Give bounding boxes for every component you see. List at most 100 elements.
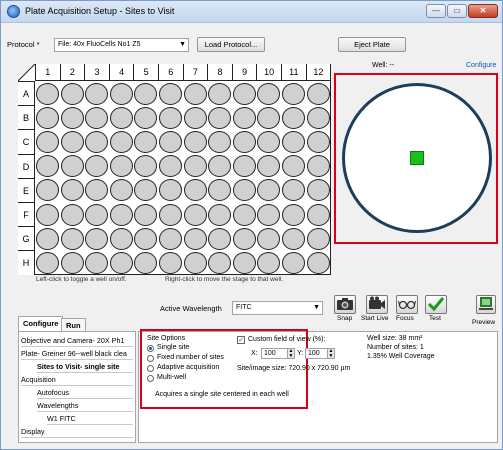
plate-well[interactable] [232, 82, 256, 105]
plate-well[interactable] [159, 227, 183, 250]
plate-well[interactable] [306, 82, 330, 105]
nav-item-display[interactable]: Display [21, 426, 133, 438]
plate-well[interactable] [282, 130, 306, 154]
stepper-arrows-icon[interactable]: ▲ ▼ [327, 349, 334, 358]
plate-well[interactable] [282, 82, 306, 105]
plate-column-header[interactable]: 9 [231, 64, 257, 81]
tab-configure[interactable]: Configure [18, 316, 64, 332]
nav-item-acquisition[interactable]: Acquisition [21, 374, 133, 386]
plate-well[interactable] [183, 203, 207, 226]
plate-well[interactable] [109, 106, 133, 129]
plate-well[interactable] [109, 227, 133, 250]
plate-row-header[interactable]: F [18, 202, 35, 227]
plate-well[interactable] [159, 251, 183, 275]
plate-well[interactable] [60, 155, 84, 178]
plate-well[interactable] [208, 227, 232, 250]
eject-plate-button[interactable]: Eject Plate [338, 37, 406, 52]
plate-well[interactable] [306, 106, 330, 129]
fov-y-stepper[interactable]: 100 ▲ ▼ [305, 348, 335, 359]
plate-well[interactable] [232, 251, 256, 275]
radio-fixed-number[interactable] [147, 355, 154, 362]
plate-well[interactable] [282, 106, 306, 129]
plate-column-header[interactable]: 11 [281, 64, 306, 81]
plate-well[interactable] [36, 251, 60, 275]
plate-row-header[interactable]: A [18, 81, 35, 106]
active-wavelength-dropdown[interactable]: FITC ▼ [232, 301, 323, 315]
plate-well[interactable] [232, 106, 256, 129]
plate-well[interactable] [109, 130, 133, 154]
plate-well[interactable] [183, 155, 207, 178]
plate-well[interactable] [36, 130, 60, 154]
plate-well[interactable] [232, 155, 256, 178]
plate-well[interactable] [159, 106, 183, 129]
plate-column-header[interactable]: 4 [108, 64, 134, 81]
plate-well[interactable] [306, 179, 330, 202]
plate-well[interactable] [159, 203, 183, 226]
plate-well[interactable] [159, 82, 183, 105]
site-marker[interactable] [410, 151, 424, 165]
plate-row-header[interactable]: G [18, 226, 35, 251]
start-live-button[interactable] [366, 295, 388, 314]
plate-well[interactable] [183, 179, 207, 202]
plate-well[interactable] [109, 203, 133, 226]
plate-column-header[interactable]: 5 [133, 64, 158, 81]
plate-well[interactable] [232, 130, 256, 154]
plate-well[interactable] [208, 106, 232, 129]
protocol-dropdown[interactable]: File: 40x FluoCells No1 Z5 ▼ [54, 38, 189, 52]
plate-well[interactable] [306, 227, 330, 250]
close-button[interactable]: ✕ [468, 4, 498, 18]
plate-well[interactable] [60, 106, 84, 129]
plate-well[interactable] [159, 130, 183, 154]
plate-well[interactable] [36, 106, 60, 129]
radio-adaptive[interactable] [147, 365, 154, 372]
plate-column-header[interactable]: 2 [59, 64, 85, 81]
plate-well[interactable] [183, 82, 207, 105]
radio-multi-well[interactable] [147, 375, 154, 382]
nav-item-wavelengths[interactable]: Wavelengths [37, 400, 133, 412]
plate-well[interactable] [134, 82, 158, 105]
plate-column-header[interactable]: 1 [35, 64, 60, 81]
plate-well[interactable] [183, 106, 207, 129]
plate-well[interactable] [36, 82, 60, 105]
plate-column-header[interactable]: 10 [256, 64, 281, 81]
plate-well[interactable] [85, 227, 109, 250]
nav-item-plate[interactable]: Plate- Greiner 96--well black clea [21, 348, 133, 360]
plate-well[interactable] [306, 251, 330, 275]
plate-well[interactable] [60, 251, 84, 275]
focus-button[interactable] [396, 295, 418, 314]
nav-item-autofocus[interactable]: Autofocus [37, 387, 133, 399]
plate-well[interactable] [282, 227, 306, 250]
maximize-button[interactable]: ▭ [447, 4, 467, 18]
plate-row-header[interactable]: D [18, 153, 35, 178]
plate-column-header[interactable]: 6 [158, 64, 183, 81]
plate-well[interactable] [134, 203, 158, 226]
plate-well[interactable] [60, 179, 84, 202]
plate-well[interactable] [60, 227, 84, 250]
configure-link[interactable]: Configure [466, 62, 496, 69]
plate-well[interactable] [306, 155, 330, 178]
plate-well[interactable] [257, 203, 281, 226]
plate-well[interactable] [232, 203, 256, 226]
fov-x-stepper[interactable]: 100 ▲ ▼ [261, 348, 295, 359]
minimize-button[interactable]: — [426, 4, 446, 18]
plate-column-header[interactable]: 8 [207, 64, 232, 81]
plate-well[interactable] [282, 203, 306, 226]
plate-row-header[interactable]: B [18, 105, 35, 130]
radio-single-site[interactable] [147, 345, 154, 352]
plate-column-header[interactable]: 7 [182, 64, 208, 81]
stepper-arrows-icon[interactable]: ▲ ▼ [287, 349, 294, 358]
plate-well[interactable] [85, 82, 109, 105]
plate-well[interactable] [109, 82, 133, 105]
plate-well[interactable] [208, 82, 232, 105]
plate-row-header[interactable]: H [18, 250, 35, 275]
tab-run[interactable]: Run [61, 318, 86, 331]
plate-well[interactable] [109, 155, 133, 178]
plate-well[interactable] [208, 203, 232, 226]
plate-column-header[interactable]: 3 [84, 64, 109, 81]
nav-item-w1-fitc[interactable]: W1 FITC [47, 413, 133, 425]
test-button[interactable] [425, 295, 447, 314]
plate-well[interactable] [60, 82, 84, 105]
plate-column-header[interactable]: 12 [305, 64, 331, 81]
load-protocol-button[interactable]: Load Protocol... [197, 37, 265, 52]
plate-well[interactable] [36, 203, 60, 226]
